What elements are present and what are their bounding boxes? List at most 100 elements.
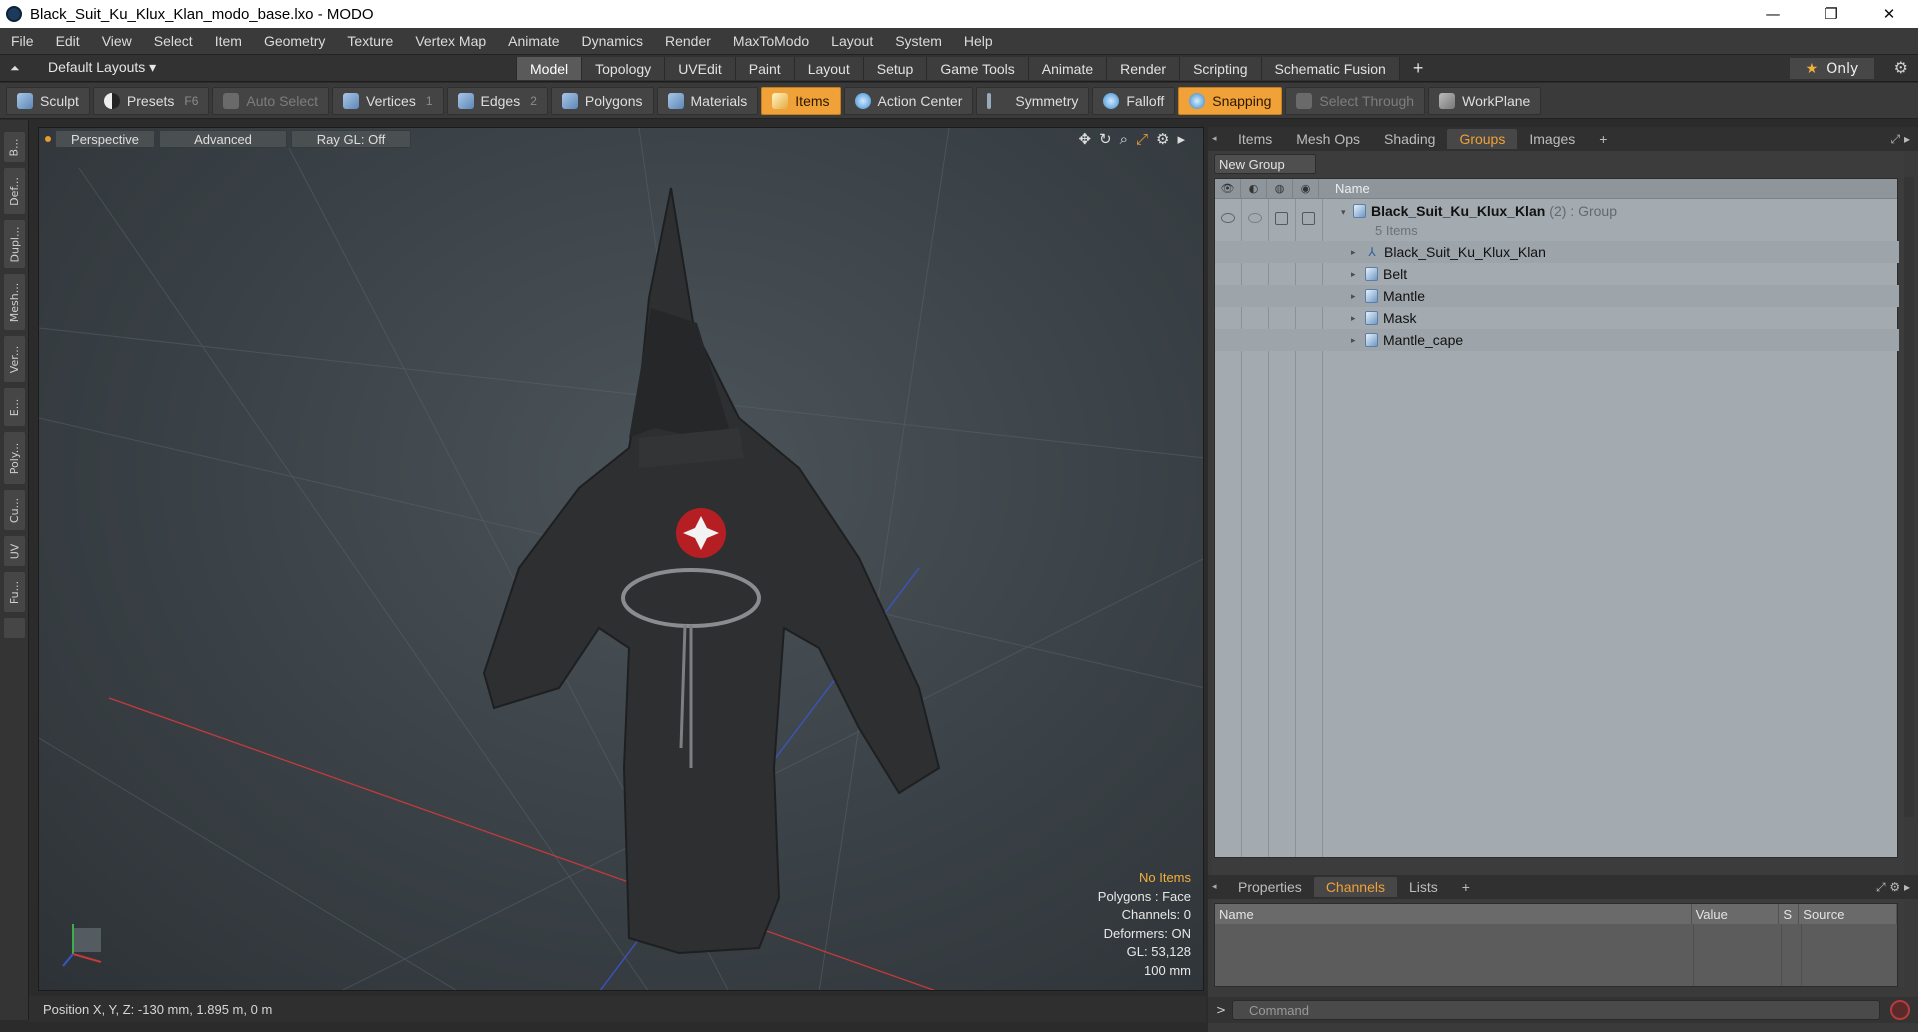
tab-layout[interactable]: Layout [793, 57, 863, 80]
left-tab-deform[interactable]: Def... [4, 168, 25, 214]
expand-arrow-icon[interactable]: ▸ [1351, 335, 1356, 346]
left-tab-uv[interactable]: UV [4, 536, 25, 566]
sculpt-button[interactable]: Sculpt [6, 86, 90, 115]
viewport-menu-dot[interactable] [45, 136, 51, 142]
groups-scrollbar[interactable] [1904, 177, 1914, 817]
edges-button[interactable]: Edges 2 [446, 86, 548, 115]
items-button[interactable]: Items [761, 86, 841, 115]
default-layouts-dropdown[interactable]: Default Layouts ▾ [48, 59, 156, 76]
menu-view[interactable]: View [91, 33, 143, 49]
menu-help[interactable]: Help [953, 33, 1004, 49]
menu-file[interactable]: File [0, 33, 45, 49]
menu-animate[interactable]: Animate [497, 33, 570, 49]
tab-uvedit[interactable]: UVEdit [664, 57, 735, 80]
menu-layout[interactable]: Layout [820, 33, 884, 49]
visibility-column-icon[interactable]: 👁 [1215, 178, 1241, 199]
tab-paint[interactable]: Paint [734, 57, 794, 80]
add-tab-button[interactable]: + [1398, 57, 1437, 80]
panel-expand-icon[interactable]: ⤢ ⚙ ▸ [1876, 880, 1910, 895]
tab-topology[interactable]: Topology [581, 57, 665, 80]
group-collapse-arrow-icon[interactable]: ▾ [1341, 207, 1346, 218]
fit-icon[interactable]: ⤢ [1136, 130, 1148, 148]
tree-row-mantle-cape[interactable]: ▸ Mantle_cape [1215, 329, 1899, 351]
channels-table[interactable]: Name Value S Source [1214, 903, 1898, 987]
advanced-dropdown[interactable]: Advanced [159, 130, 287, 148]
panel-menu-icon[interactable]: ◂ [1212, 134, 1226, 144]
presets-button[interactable]: Presets F6 [92, 86, 210, 115]
tab-items[interactable]: Items [1226, 129, 1284, 149]
polygons-button[interactable]: Polygons [550, 86, 654, 115]
command-input[interactable]: Command [1232, 1000, 1880, 1020]
viewport-expand-icon[interactable]: ▸ [1177, 130, 1185, 148]
left-tab-curve[interactable]: Cu... [4, 490, 25, 530]
tab-lists[interactable]: Lists [1397, 877, 1450, 897]
tab-game-tools[interactable]: Game Tools [926, 57, 1028, 80]
raygl-toggle[interactable]: Ray GL: Off [291, 130, 411, 148]
tree-row-mantle[interactable]: ▸ Mantle [1215, 285, 1899, 307]
symmetry-button[interactable]: Symmetry [976, 86, 1090, 115]
auto-select-button[interactable]: Auto Select [212, 86, 330, 115]
add-panel-tab-button[interactable]: + [1587, 129, 1619, 149]
expand-arrow-icon[interactable]: ▸ [1351, 247, 1356, 258]
menu-render[interactable]: Render [654, 33, 722, 49]
render-column-icon[interactable]: ◐ [1241, 178, 1267, 199]
panel-menu-icon[interactable]: ◂ [1212, 882, 1226, 892]
tab-setup[interactable]: Setup [862, 57, 927, 80]
viewport-settings-icon[interactable]: ⚙ [1156, 130, 1169, 148]
tab-model[interactable]: Model [516, 57, 582, 80]
group-lock-checkbox[interactable] [1275, 212, 1288, 225]
expand-arrow-icon[interactable]: ▸ [1351, 269, 1356, 280]
panel-expand-icon[interactable]: ⤢ ▸ [1891, 132, 1910, 147]
menu-item[interactable]: Item [204, 33, 253, 49]
tab-properties[interactable]: Properties [1226, 877, 1314, 897]
new-group-button[interactable]: New Group [1214, 154, 1316, 174]
menu-geometry[interactable]: Geometry [253, 33, 336, 49]
workplane-button[interactable]: WorkPlane [1428, 86, 1542, 115]
left-tab-duplicate[interactable]: Dupl... [4, 220, 25, 268]
tree-row-belt[interactable]: ▸ Belt [1215, 263, 1899, 285]
gear-icon[interactable]: ⚙ [1894, 58, 1908, 77]
tab-animate[interactable]: Animate [1027, 57, 1107, 80]
close-button[interactable]: ✕ [1860, 0, 1918, 28]
add-panel-tab-button[interactable]: + [1450, 877, 1482, 897]
action-center-button[interactable]: Action Center [843, 86, 974, 115]
menu-edit[interactable]: Edit [45, 33, 91, 49]
group-row[interactable]: ▾ Black_Suit_Ku_Klux_Klan (2) : Group 5 … [1215, 201, 1899, 241]
tab-render[interactable]: Render [1106, 57, 1180, 80]
snapping-button[interactable]: Snapping [1178, 86, 1283, 115]
tree-row-locator[interactable]: ▸ ⅄ Black_Suit_Ku_Klux_Klan [1215, 241, 1899, 263]
only-toggle-button[interactable]: ★ Only [1790, 58, 1874, 79]
minimize-button[interactable]: — [1744, 0, 1802, 28]
left-tab-fusion[interactable]: Fu... [4, 572, 25, 612]
perspective-dropdown[interactable]: Perspective [55, 130, 155, 148]
maximize-button[interactable]: ❐ [1802, 0, 1860, 28]
tab-scripting[interactable]: Scripting [1179, 57, 1261, 80]
record-macro-icon[interactable] [1890, 1000, 1910, 1020]
tab-groups[interactable]: Groups [1447, 129, 1518, 149]
select-through-button[interactable]: Select Through [1285, 86, 1426, 115]
group-select-checkbox[interactable] [1302, 212, 1315, 225]
left-tab-mesh[interactable]: Mesh... [4, 274, 25, 330]
falloff-button[interactable]: Falloff [1092, 86, 1176, 115]
group-render-icon[interactable] [1248, 213, 1262, 223]
expand-arrow-icon[interactable]: ▸ [1351, 313, 1356, 324]
left-tab-basic[interactable]: B... [4, 132, 25, 162]
menu-dynamics[interactable]: Dynamics [571, 33, 654, 49]
select-column-icon[interactable]: ◉ [1293, 178, 1319, 199]
rotate-icon[interactable]: ↻ [1099, 130, 1112, 148]
left-tab-edge[interactable]: E... [4, 388, 25, 426]
left-tab-extra[interactable] [4, 618, 25, 638]
menu-vertex-map[interactable]: Vertex Map [404, 33, 497, 49]
menu-system[interactable]: System [884, 33, 953, 49]
left-tab-polygon[interactable]: Poly... [4, 432, 25, 484]
tab-images[interactable]: Images [1517, 129, 1587, 149]
tab-channels[interactable]: Channels [1313, 877, 1397, 897]
menu-texture[interactable]: Texture [336, 33, 404, 49]
tab-shading[interactable]: Shading [1372, 129, 1447, 149]
3d-viewport[interactable]: Perspective Advanced Ray GL: Off ✥ ↻ ⌕ ⤢… [38, 127, 1204, 991]
menu-select[interactable]: Select [143, 33, 204, 49]
menu-maxtomodo[interactable]: MaxToModo [722, 33, 820, 49]
tree-row-mask[interactable]: ▸ Mask [1215, 307, 1899, 329]
group-visibility-eye-icon[interactable] [1221, 213, 1235, 223]
materials-button[interactable]: Materials [656, 86, 759, 115]
